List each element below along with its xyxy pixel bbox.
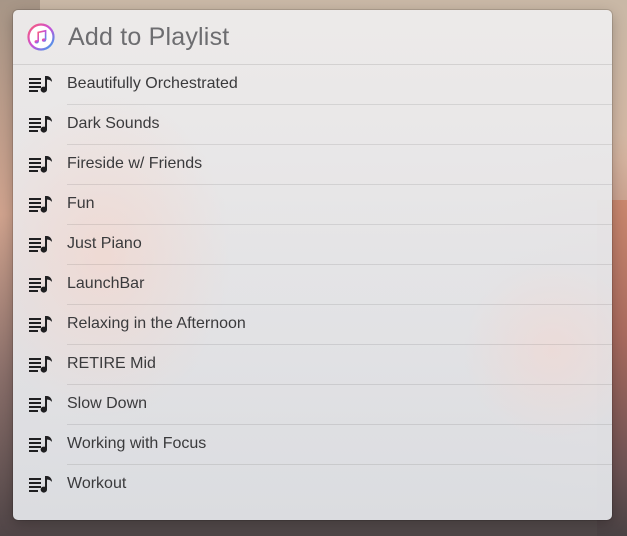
playlist-icon [29, 396, 52, 413]
add-to-playlist-panel: Add to Playlist Beautifully Orchestrated… [13, 10, 612, 520]
panel-title: Add to Playlist [68, 23, 230, 51]
playlist-item-label: Dark Sounds [67, 115, 160, 132]
playlist-list: Beautifully Orchestrated Dark Sounds Fir… [13, 65, 612, 505]
playlist-item-beautifully-orchestrated[interactable]: Beautifully Orchestrated [13, 65, 612, 105]
playlist-item-working-with-focus[interactable]: Working with Focus [13, 425, 612, 465]
desktop-background: Add to Playlist Beautifully Orchestrated… [0, 0, 627, 536]
playlist-icon [29, 156, 52, 173]
playlist-item-label: Beautifully Orchestrated [67, 75, 238, 92]
playlist-icon [29, 76, 52, 93]
itunes-icon [27, 23, 55, 51]
playlist-item-label: Fun [67, 195, 95, 212]
panel-header: Add to Playlist [13, 10, 612, 65]
playlist-item-launchbar[interactable]: LaunchBar [13, 265, 612, 305]
playlist-item-retire-mid[interactable]: RETIRE Mid [13, 345, 612, 385]
playlist-item-label: RETIRE Mid [67, 355, 156, 372]
playlist-item-label: Just Piano [67, 235, 142, 252]
playlist-item-label: Fireside w/ Friends [67, 155, 203, 172]
playlist-item-workout[interactable]: Workout [13, 465, 612, 505]
playlist-icon [29, 476, 52, 493]
playlist-item-fireside-w-friends[interactable]: Fireside w/ Friends [13, 145, 612, 185]
playlist-item-label: Relaxing in the Afternoon [67, 315, 246, 332]
playlist-item-label: LaunchBar [67, 275, 145, 292]
playlist-icon [29, 236, 52, 253]
playlist-item-label: Slow Down [67, 395, 148, 412]
playlist-item-relaxing-in-the-afternoon[interactable]: Relaxing in the Afternoon [13, 305, 612, 345]
playlist-item-dark-sounds[interactable]: Dark Sounds [13, 105, 612, 145]
playlist-icon [29, 116, 52, 133]
playlist-icon [29, 316, 52, 333]
playlist-icon [29, 276, 52, 293]
playlist-icon [29, 196, 52, 213]
playlist-icon [29, 436, 52, 453]
playlist-item-label: Workout [67, 475, 127, 492]
playlist-icon [29, 356, 52, 373]
playlist-item-label: Working with Focus [67, 435, 207, 452]
playlist-item-just-piano[interactable]: Just Piano [13, 225, 612, 265]
playlist-item-fun[interactable]: Fun [13, 185, 612, 225]
playlist-item-slow-down[interactable]: Slow Down [13, 385, 612, 425]
